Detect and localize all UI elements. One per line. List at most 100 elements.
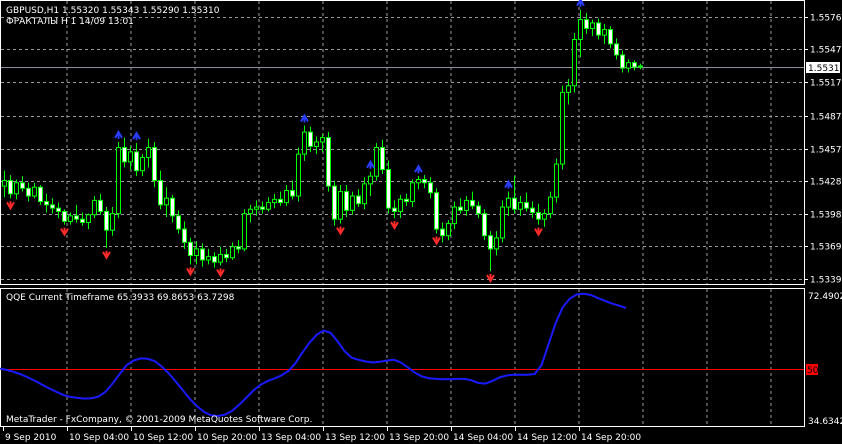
candle-bull bbox=[518, 202, 523, 210]
candle-bear bbox=[278, 198, 283, 204]
candle-bear bbox=[188, 241, 193, 257]
candle-bear bbox=[584, 19, 589, 29]
candle-bull bbox=[86, 214, 91, 223]
candle-bear bbox=[488, 235, 493, 250]
watermark: MetaTrader - FxCompany, © 2001-2009 Meta… bbox=[6, 415, 312, 425]
candle-bear bbox=[260, 206, 265, 210]
candle-bear bbox=[638, 65, 643, 68]
candle-bear bbox=[80, 218, 85, 223]
candle-bear bbox=[8, 180, 13, 195]
candle-bull bbox=[140, 156, 145, 172]
candle-bear bbox=[392, 207, 397, 212]
candle-bull bbox=[14, 182, 19, 195]
candle-bull bbox=[248, 208, 253, 215]
candle-bear bbox=[182, 228, 187, 243]
time-tick-label: 14 Sep 12:00 bbox=[517, 433, 577, 443]
candle-bull bbox=[128, 151, 133, 163]
candle-bull bbox=[548, 196, 553, 215]
candle-bull bbox=[314, 141, 319, 147]
candle-bull bbox=[542, 213, 547, 220]
candle-bull bbox=[500, 206, 505, 239]
candle-bear bbox=[608, 29, 613, 45]
candle-bear bbox=[44, 201, 49, 206]
current-price-label: 1.55310 bbox=[808, 64, 842, 74]
candle-bear bbox=[536, 212, 541, 220]
time-tick-label: 13 Sep 04:00 bbox=[261, 433, 321, 443]
candle-bear bbox=[596, 22, 601, 36]
candle-bear bbox=[386, 169, 391, 209]
candle-bear bbox=[236, 246, 241, 250]
candle-bull bbox=[452, 206, 457, 225]
time-tick-label: 10 Sep 12:00 bbox=[133, 433, 193, 443]
candle-bear bbox=[224, 253, 229, 259]
candle-bear bbox=[104, 210, 109, 231]
candle-bull bbox=[350, 195, 355, 211]
candle-bear bbox=[134, 151, 139, 172]
time-tick-label: 14 Sep 04:00 bbox=[453, 433, 513, 443]
price-tick-label: 1.54570 bbox=[810, 146, 842, 156]
candle-bear bbox=[458, 206, 463, 211]
chart-background bbox=[0, 0, 842, 444]
candle-bear bbox=[332, 185, 337, 220]
price-tick-label: 1.54280 bbox=[810, 178, 842, 188]
candle-bear bbox=[290, 190, 295, 197]
candle-bull bbox=[626, 62, 631, 69]
candle-bull bbox=[464, 199, 469, 211]
candle-bear bbox=[74, 215, 79, 220]
time-tick-label: 10 Sep 20:00 bbox=[197, 433, 257, 443]
candle-bull bbox=[164, 197, 169, 206]
candle-bull bbox=[92, 199, 97, 216]
candle-bull bbox=[2, 180, 7, 187]
candle-bear bbox=[308, 131, 313, 147]
candle-bear bbox=[176, 215, 181, 230]
candle-bull bbox=[410, 182, 415, 203]
candle-bear bbox=[632, 62, 637, 68]
candle-bull bbox=[302, 131, 307, 155]
candle-bull bbox=[590, 22, 595, 29]
indicator-line: ФРАКТАЛЫ H 1 14/09 13:01 bbox=[6, 17, 134, 27]
candle-bear bbox=[326, 137, 331, 187]
time-tick-label: 13 Sep 20:00 bbox=[389, 433, 449, 443]
candle-bear bbox=[482, 213, 487, 237]
price-tick-label: 1.55760 bbox=[810, 14, 842, 24]
candle-bull bbox=[578, 19, 583, 40]
candle-bull bbox=[284, 190, 289, 204]
candle-bear bbox=[440, 228, 445, 237]
candle-bull bbox=[602, 29, 607, 36]
candle-bull bbox=[68, 215, 73, 222]
candle-bear bbox=[38, 186, 43, 203]
candle-bear bbox=[470, 199, 475, 207]
candle-bull bbox=[446, 223, 451, 237]
candle-bear bbox=[20, 182, 25, 189]
candle-bull bbox=[206, 256, 211, 261]
qqe-label: QQE Current Timeframe 65.3933 69.8653 63… bbox=[6, 293, 235, 303]
candle-bear bbox=[50, 204, 55, 209]
chart-window[interactable]: GBPUSD,H1 1.55320 1.55343 1.55290 1.5531… bbox=[0, 0, 842, 444]
candle-bull bbox=[560, 91, 565, 165]
price-tick-label: 1.53390 bbox=[810, 276, 842, 286]
candle-bear bbox=[614, 43, 619, 56]
candle-bear bbox=[356, 195, 361, 205]
candle-bull bbox=[338, 191, 343, 220]
candle-bull bbox=[296, 153, 301, 197]
candle-bull bbox=[362, 183, 367, 205]
time-tick-label: 14 Sep 20:00 bbox=[581, 433, 641, 443]
candle-bull bbox=[116, 147, 121, 215]
candle-bear bbox=[344, 191, 349, 211]
candle-bear bbox=[56, 207, 61, 212]
candle-bull bbox=[230, 246, 235, 259]
candle-bear bbox=[200, 248, 205, 261]
price-tick-label: 1.54870 bbox=[810, 113, 842, 123]
price-tick-label: 1.55470 bbox=[810, 46, 842, 56]
price-tick-label: 1.55170 bbox=[810, 79, 842, 89]
qqe-axis-bottom: 34.6342 bbox=[808, 417, 842, 427]
candle-bull bbox=[194, 248, 199, 257]
candle-bear bbox=[422, 178, 427, 184]
candle-bear bbox=[170, 197, 175, 217]
price-axis[interactable]: 1.55760 1.55470 1.55170 1.54870 1.54570 1.542… bbox=[804, 14, 842, 286]
candle-bull bbox=[416, 178, 421, 184]
candle-bear bbox=[26, 187, 31, 197]
candle-bull bbox=[368, 175, 373, 185]
candle-bear bbox=[158, 180, 163, 206]
candle-bull bbox=[494, 237, 499, 250]
